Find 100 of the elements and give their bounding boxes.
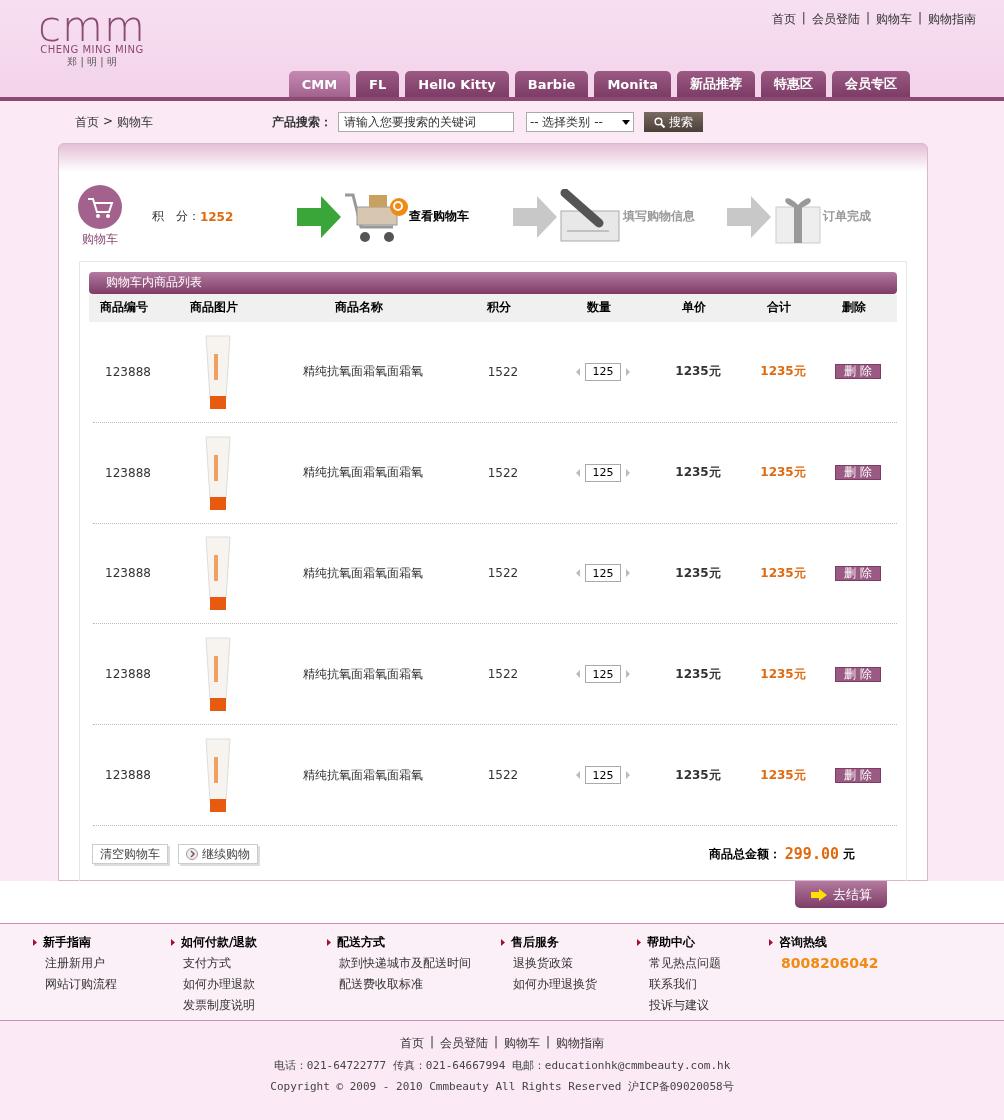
delete-button[interactable]: 删 除	[835, 666, 881, 682]
decrease-icon[interactable]	[576, 569, 580, 578]
delete-button[interactable]: 删 除	[835, 566, 881, 581]
column-header: 积分	[486, 299, 512, 317]
footer-heading: 配送方式	[337, 934, 385, 951]
table-cell: 精纯抗氧面霜氧面霜氧	[303, 464, 423, 482]
bullet-icon	[327, 939, 331, 946]
footer-heading: 咨询热线	[779, 934, 827, 951]
cart-icon	[78, 185, 123, 229]
copyright-text: Copyright © 2009 - 2010 Cmmbeauty All Rights Reserved 沪ICP备09020058号	[270, 1079, 734, 1094]
table-cell: 123888	[105, 667, 151, 682]
breadcrumb-link[interactable]: 首页	[75, 113, 99, 131]
table-cell: 1235元	[760, 665, 806, 683]
nav-link[interactable]: 会员登陆	[811, 11, 860, 28]
nav-tab[interactable]: Hello Kitty	[405, 71, 509, 97]
delete-button[interactable]: 删 除	[835, 465, 881, 481]
points-value: 1252	[199, 209, 234, 224]
footer-link[interactable]: 款到快递城市及配送时间	[327, 955, 501, 972]
bullet-icon	[33, 939, 37, 946]
arrow-right-icon	[810, 888, 827, 901]
decrease-icon[interactable]	[576, 771, 580, 780]
nav-link[interactable]: 首页	[771, 11, 796, 28]
increase-icon[interactable]	[626, 367, 630, 376]
quantity-field[interactable]: 125	[585, 463, 621, 482]
column-header: 合计	[766, 299, 792, 317]
nav-tab[interactable]: Monita	[594, 71, 671, 97]
step-label: 订单完成	[823, 208, 872, 225]
nav-tab[interactable]: Barbie	[514, 71, 589, 97]
logo-subtitle: CHENG MING MING	[40, 44, 144, 55]
column-header: 数量	[586, 299, 612, 317]
increase-icon[interactable]	[626, 771, 630, 780]
table-cell: 1522	[487, 465, 519, 480]
nav-tab[interactable]: 特惠区	[761, 71, 826, 97]
footer-link[interactable]: 网站订购流程	[33, 976, 171, 993]
search-button[interactable]: 搜索	[644, 112, 703, 132]
footer-link[interactable]: 投诉与建议	[637, 997, 769, 1014]
delete-button[interactable]: 删 除	[835, 364, 881, 380]
delete-button[interactable]: 删 除	[835, 767, 881, 783]
quantity-field[interactable]: 125	[585, 766, 621, 785]
increase-icon[interactable]	[626, 468, 630, 477]
cart-label: 购物车	[82, 231, 119, 248]
table-cell: 精纯抗氧面霜氧面霜氧	[303, 665, 423, 683]
footer-link[interactable]: 配送费收取标准	[327, 976, 501, 993]
category-dropdown[interactable]: -- 选择类别 --	[526, 112, 634, 132]
chevron-icon	[186, 848, 198, 861]
table-cell: 精纯抗氧面霜氧面霜氧	[303, 363, 423, 381]
table-cell: 1235元	[760, 766, 806, 784]
link-separator: |	[493, 1035, 498, 1051]
footer-heading: 帮助中心	[647, 934, 695, 951]
column-header: 删除	[841, 299, 867, 317]
footer-link[interactable]: 注册新用户	[33, 955, 171, 972]
table-cell: 1522	[487, 667, 519, 682]
nav-link[interactable]: 购物指南	[928, 11, 976, 28]
checkout-button[interactable]: 去结算	[795, 881, 887, 908]
quantity-field[interactable]: 125	[585, 665, 621, 684]
nav-tab[interactable]: 新品推荐	[677, 71, 755, 97]
currency-unit: 元	[843, 845, 855, 863]
table-cell: 1522	[487, 566, 519, 581]
quantity-field[interactable]: 125	[585, 362, 621, 381]
footer-link[interactable]: 退换货政策	[501, 955, 637, 972]
table-cell: 123888	[105, 465, 151, 480]
footer-link[interactable]: 支付方式	[171, 955, 327, 972]
nav-link[interactable]: 购物指南	[556, 1035, 605, 1052]
link-separator: |	[917, 11, 922, 27]
nav-link[interactable]: 购物车	[875, 11, 912, 28]
nav-link[interactable]: 会员登陆	[439, 1035, 488, 1052]
step-label: 查看购物车	[409, 208, 470, 225]
footer-heading: 新手指南	[43, 934, 91, 951]
decrease-icon[interactable]	[576, 367, 580, 376]
table-cell: 精纯抗氧面霜氧面霜氧	[303, 766, 423, 784]
continue-shopping-button[interactable]: 继续购物	[178, 844, 258, 865]
breadcrumb-separator: >	[103, 113, 114, 130]
table-cell: 1235元	[675, 766, 721, 784]
cheque-pen-icon	[559, 188, 623, 245]
increase-icon[interactable]	[626, 569, 630, 578]
logo-chinese: 郑 | 明 | 明	[67, 55, 117, 69]
footer-link[interactable]: 如何办理退换货	[501, 976, 637, 993]
quantity-field[interactable]: 125	[585, 564, 621, 583]
increase-icon[interactable]	[626, 670, 630, 679]
footer-link[interactable]: 发票制度说明	[171, 997, 327, 1014]
dropdown-caret-icon	[622, 119, 630, 125]
table-cell: 123888	[105, 566, 151, 581]
nav-link[interactable]: 首页	[399, 1035, 424, 1052]
clear-cart-button[interactable]: 清空购物车	[92, 844, 168, 865]
footer-link[interactable]: 联系我们	[637, 976, 769, 993]
bullet-icon	[501, 939, 505, 946]
breadcrumb-link[interactable]: 购物车	[117, 113, 154, 131]
footer-link[interactable]: 常见热点问题	[637, 955, 769, 972]
bullet-icon	[171, 939, 175, 946]
nav-tab[interactable]: FL	[356, 71, 400, 97]
nav-tab[interactable]: 会员专区	[832, 71, 910, 97]
decrease-icon[interactable]	[576, 670, 580, 679]
footer-heading: 售后服务	[511, 934, 559, 951]
table-cell: 精纯抗氧面霜氧面霜氧	[303, 565, 423, 582]
footer-heading: 如何付款/退款	[181, 934, 258, 951]
search-field[interactable]: 请输入您要搜索的关键词	[338, 112, 514, 132]
footer-link[interactable]: 如何办理退款	[171, 976, 327, 993]
decrease-icon[interactable]	[576, 468, 580, 477]
nav-link[interactable]: 购物车	[504, 1035, 540, 1052]
step-label: 填写购物信息	[623, 208, 696, 225]
